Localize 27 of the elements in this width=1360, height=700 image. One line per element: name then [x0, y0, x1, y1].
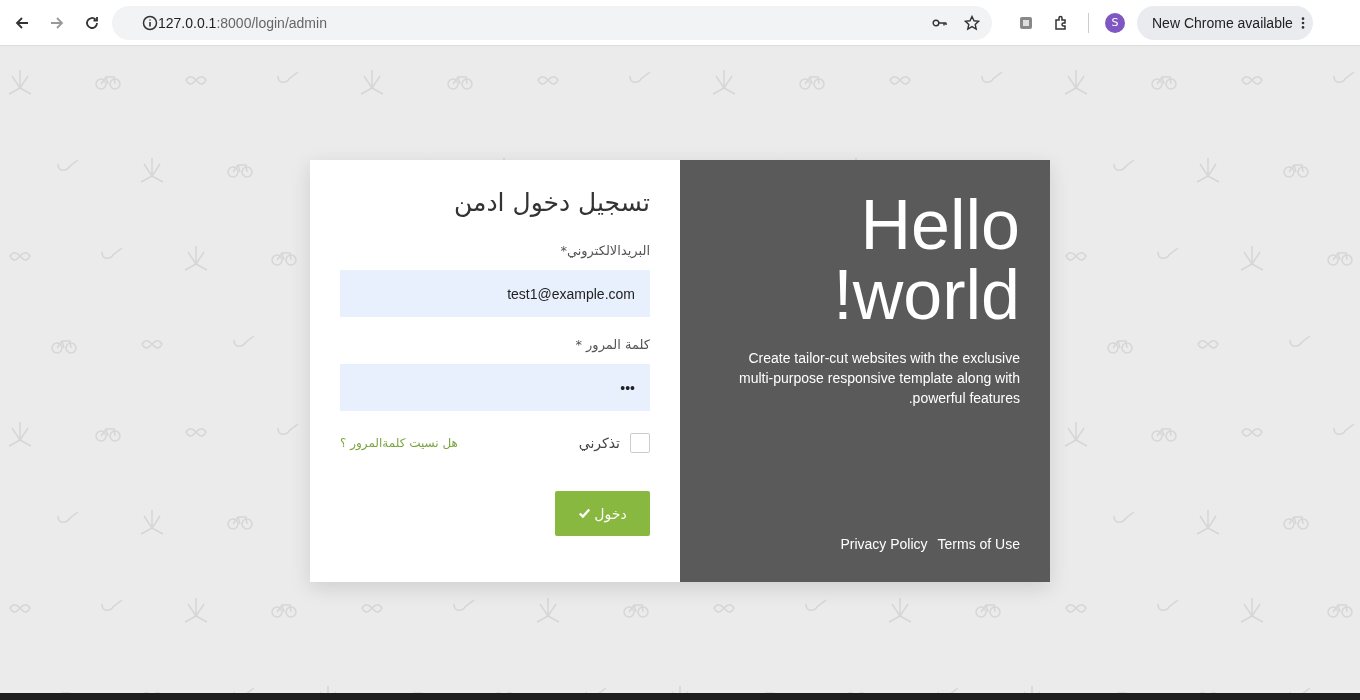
url-text: 127.0.0.1:8000/login/admin — [158, 14, 327, 31]
footer-link[interactable]: Terms of Use — [937, 536, 1020, 552]
hero-title: !world — [833, 260, 1020, 330]
remember-label: تذكرني — [578, 435, 620, 451]
field-label: البريدالالكتروني* — [560, 243, 650, 258]
footer-link[interactable]: Privacy Policy — [840, 536, 928, 552]
form-title: تسجيل دخول ادمن — [454, 188, 650, 217]
extension-icon[interactable] — [1018, 14, 1034, 31]
forward-icon[interactable] — [49, 14, 65, 31]
input-field[interactable]: test1@example.com — [340, 270, 650, 317]
reload-icon[interactable] — [84, 14, 100, 31]
update-button[interactable]: New Chrome available — [1137, 5, 1313, 40]
hero-text: Create tailor-cut websites with the exclusive — [748, 349, 1020, 368]
puzzle-icon[interactable] — [1053, 14, 1069, 31]
back-icon[interactable] — [14, 14, 30, 31]
star-icon[interactable] — [964, 14, 980, 31]
hero-text: .powerful features — [908, 389, 1020, 408]
remember-checkbox[interactable] — [630, 433, 650, 453]
check-icon — [578, 508, 592, 519]
hero-text: multi-purpose responsive template along with — [739, 369, 1020, 388]
info-icon[interactable] — [142, 14, 158, 31]
hero-title: Hello — [860, 190, 1020, 260]
field-label: كلمة المرور * — [575, 337, 650, 352]
profile-avatar[interactable]: S — [1105, 12, 1125, 33]
input-field[interactable]: ••• — [340, 364, 650, 411]
more-icon — [1300, 15, 1305, 30]
address-bar[interactable]: 127.0.0.1:8000/login/admin — [112, 5, 992, 40]
